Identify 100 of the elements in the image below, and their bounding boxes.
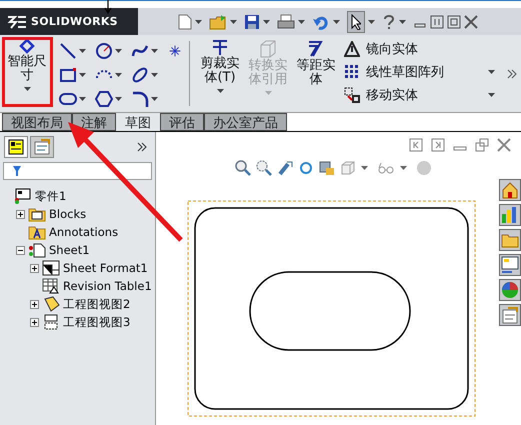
save-icon[interactable] [244, 14, 260, 30]
folder-icon [28, 224, 46, 240]
caret-icon[interactable] [298, 20, 305, 24]
tree-item[interactable]: 零件1 [35, 188, 66, 204]
expand-icon[interactable] [30, 318, 39, 326]
expand-icon[interactable] [30, 300, 39, 308]
ribbon-tab[interactable]: 评估 [160, 113, 204, 131]
offset-button[interactable]: 等距实体 [292, 35, 340, 112]
previous-icon[interactable] [409, 138, 423, 152]
more-icon[interactable] [507, 69, 517, 79]
down-arrow-icon [104, 0, 112, 14]
caret-icon[interactable] [79, 97, 86, 101]
expand-panel-icon[interactable] [137, 142, 147, 152]
fillet-icon[interactable] [131, 90, 149, 108]
caret-icon[interactable] [368, 20, 375, 24]
ribbon-tool[interactable]: 镜向实体 [344, 40, 499, 58]
rotate-icon[interactable] [298, 160, 314, 176]
tree-item[interactable]: 工程图视图2 [63, 296, 130, 312]
table-icon [42, 278, 60, 294]
caret-icon[interactable] [151, 49, 158, 53]
rect-icon[interactable] [59, 66, 77, 84]
custom-properties-icon[interactable] [499, 304, 521, 326]
ribbon-tab[interactable]: 办公室产品 [204, 113, 287, 131]
warning-triangle-icon [344, 40, 360, 56]
ribbon-tab[interactable]: 草图 [116, 113, 160, 131]
tree-item[interactable]: Sheet Format1 [63, 261, 148, 275]
caret-icon[interactable] [115, 49, 122, 53]
folder-icon [28, 206, 46, 222]
tree-item[interactable]: Blocks [49, 207, 86, 221]
select-button[interactable] [347, 10, 365, 32]
caret-icon [24, 87, 30, 91]
document-icon [42, 314, 60, 330]
document-icon [28, 242, 46, 258]
previous-view-icon[interactable] [277, 160, 293, 176]
caret-icon[interactable] [115, 73, 122, 77]
feature-tree-tab-icon[interactable] [4, 136, 28, 158]
document-icon [42, 260, 60, 276]
app-logo: SOLIDWORKS [0, 8, 138, 35]
undo-icon[interactable] [312, 14, 330, 30]
pointer-icon [351, 14, 361, 30]
property-tab-icon[interactable] [30, 136, 54, 158]
close-icon[interactable] [464, 14, 478, 28]
tree-item[interactable]: Annotations [49, 225, 118, 239]
caret-icon[interactable] [151, 97, 158, 101]
restore-icon[interactable] [475, 138, 489, 152]
circle-icon[interactable] [95, 42, 113, 60]
appearance-icon[interactable] [499, 279, 521, 301]
caret-icon [216, 89, 224, 93]
polygon-icon[interactable] [95, 90, 113, 108]
caret-icon[interactable] [79, 73, 86, 77]
caret-icon[interactable] [151, 73, 158, 77]
collapse-icon[interactable] [16, 246, 25, 254]
move-icon [344, 86, 360, 102]
next-icon[interactable] [431, 138, 445, 152]
help-icon[interactable] [382, 14, 396, 30]
logo-icon [6, 14, 28, 30]
printer-icon[interactable] [277, 14, 295, 30]
caret-icon[interactable] [399, 20, 406, 24]
grid-icon [344, 64, 360, 80]
filter-icon [12, 165, 22, 177]
new-document-icon[interactable] [178, 14, 192, 30]
bar-chart-icon[interactable] [499, 204, 521, 226]
caret-icon[interactable] [230, 20, 237, 24]
section-view-icon[interactable] [319, 160, 335, 176]
tile-icon[interactable] [430, 14, 444, 28]
caret-icon[interactable] [79, 49, 86, 53]
home-icon[interactable] [499, 179, 521, 201]
tree-item[interactable]: 工程图视图3 [63, 314, 130, 330]
cube-icon [258, 39, 278, 59]
caret-icon[interactable] [361, 166, 368, 170]
caret-icon[interactable] [195, 20, 202, 24]
smart-dimension-button[interactable]: 智能尺寸 [3, 35, 51, 112]
caret-icon[interactable] [333, 20, 340, 24]
caret-icon[interactable] [400, 166, 407, 170]
dimension-icon [19, 39, 35, 55]
tree-item[interactable]: Sheet1 [49, 243, 90, 257]
close-icon[interactable] [497, 138, 511, 152]
glasses-icon[interactable] [377, 160, 395, 176]
expand-icon[interactable] [16, 210, 25, 218]
zoom-fit-icon[interactable] [235, 160, 251, 176]
view-palette-icon[interactable] [499, 254, 521, 276]
slot-icon[interactable] [59, 90, 77, 108]
caret-icon[interactable] [115, 97, 122, 101]
ribbon-tool[interactable]: 线性草图阵列 [344, 62, 499, 80]
filter-field[interactable] [3, 162, 152, 180]
ellipse-icon[interactable] [131, 66, 149, 84]
ribbon-tab[interactable]: 视图布局 [2, 113, 72, 131]
maximize-icon[interactable] [447, 14, 461, 28]
caret-icon[interactable] [263, 20, 270, 24]
tree-item[interactable]: Revision Table1 [63, 279, 152, 293]
zoom-area-icon[interactable] [256, 160, 272, 176]
trim-button[interactable]: 剪裁实体(T) [196, 35, 244, 112]
ribbon-tool[interactable]: 移动实体 [344, 86, 499, 104]
line-icon[interactable] [59, 42, 77, 60]
expand-icon[interactable] [30, 264, 39, 272]
open-folder-icon[interactable] [209, 14, 227, 30]
ribbon-tab[interactable]: 注解 [72, 113, 116, 131]
document-icon [14, 188, 32, 204]
folder-icon[interactable] [499, 229, 521, 251]
document-icon [42, 296, 60, 312]
